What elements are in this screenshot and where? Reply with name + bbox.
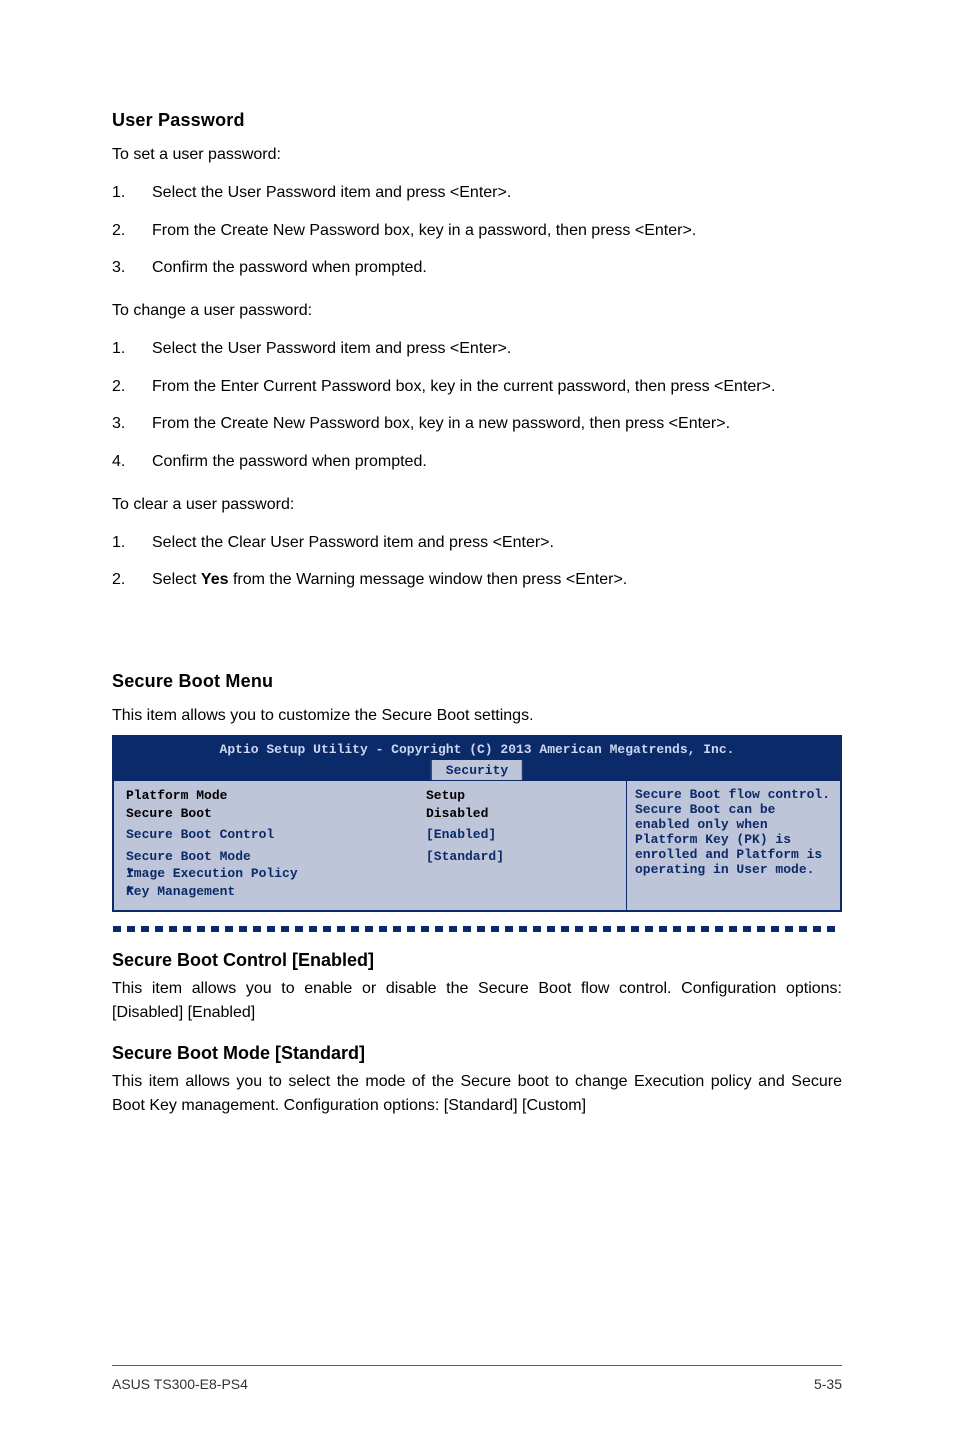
step-number: 3. — [112, 255, 152, 281]
step-number: 1. — [112, 180, 152, 206]
bios-field-secure-boot: Secure Boot Disabled — [126, 805, 618, 823]
bios-label: Key Management — [126, 883, 426, 901]
list-item: 2.Select Yes from the Warning message wi… — [112, 567, 842, 593]
text-set-user-pw: To set a user password: — [112, 143, 842, 166]
triangle-right-icon: ▶ — [128, 865, 134, 879]
text-secure-boot-menu-desc: This item allows you to customize the Se… — [112, 704, 842, 727]
list-item: 2.From the Create New Password box, key … — [112, 218, 842, 244]
step-text: From the Create New Password box, key in… — [152, 218, 842, 244]
footer-divider — [112, 1365, 842, 1366]
bios-submenu-image-exec: ▶ Image Execution Policy — [126, 865, 618, 883]
bios-submenu-key-mgmt: ▶ Key Management — [126, 883, 618, 901]
list-item: 3.Confirm the password when prompted. — [112, 255, 842, 281]
step-number: 2. — [112, 218, 152, 244]
bios-value: [Standard] — [426, 848, 566, 866]
list-item: 1.Select the User Password item and pres… — [112, 336, 842, 362]
step-text: Select the User Password item and press … — [152, 180, 842, 206]
bios-help-line: Platform Key (PK) is — [635, 832, 832, 847]
page-footer: ASUS TS300-E8-PS4 5-35 — [112, 1376, 842, 1392]
bios-field-platform-mode: Platform Mode Setup — [126, 787, 618, 805]
step-text: From the Enter Current Password box, key… — [152, 374, 842, 400]
text-secure-boot-mode-desc: This item allows you to select the mode … — [112, 1070, 842, 1118]
step-number: 2. — [112, 567, 152, 593]
step-text: Confirm the password when prompted. — [152, 449, 842, 475]
bios-value: Setup — [426, 787, 566, 805]
text-secure-boot-control-desc: This item allows you to enable or disabl… — [112, 977, 842, 1025]
bios-help-line: Secure Boot flow control. — [635, 787, 832, 802]
bios-label: Secure Boot — [126, 805, 426, 823]
step-number: 4. — [112, 449, 152, 475]
step-text: Select the Clear User Password item and … — [152, 530, 842, 556]
bios-main-panel: Platform Mode Setup Secure Boot Disabled… — [113, 780, 627, 911]
bios-header: Aptio Setup Utility - Copyright (C) 2013… — [113, 736, 841, 780]
bios-label: Secure Boot Mode — [126, 848, 426, 866]
list-clear-user-pw: 1.Select the Clear User Password item an… — [112, 530, 842, 593]
bios-body: Platform Mode Setup Secure Boot Disabled… — [113, 780, 841, 911]
bios-help-line: enabled only when — [635, 817, 832, 832]
bios-help-panel: Secure Boot flow control. Secure Boot ca… — [627, 780, 841, 911]
list-item: 3.From the Create New Password box, key … — [112, 411, 842, 437]
bios-label: Image Execution Policy — [126, 865, 426, 883]
bios-field-secure-boot-control: Secure Boot Control [Enabled] — [126, 826, 618, 844]
footer-product: ASUS TS300-E8-PS4 — [112, 1376, 248, 1392]
bios-value: [Enabled] — [426, 826, 566, 844]
step-number: 1. — [112, 336, 152, 362]
triangle-right-icon: ▶ — [128, 883, 134, 897]
list-item: 1.Select the Clear User Password item an… — [112, 530, 842, 556]
list-item: 4.Confirm the password when prompted. — [112, 449, 842, 475]
step-number: 1. — [112, 530, 152, 556]
heading-user-password: User Password — [112, 110, 842, 131]
list-item: 1.Select the User Password item and pres… — [112, 180, 842, 206]
list-set-user-pw: 1.Select the User Password item and pres… — [112, 180, 842, 281]
heading-secure-boot-menu: Secure Boot Menu — [112, 671, 842, 692]
text-clear-user-pw: To clear a user password: — [112, 493, 842, 516]
step-number: 3. — [112, 411, 152, 437]
bios-label: Secure Boot Control — [126, 826, 426, 844]
footer-page-number: 5-35 — [814, 1376, 842, 1392]
bios-help-line: operating in User mode. — [635, 862, 832, 877]
heading-secure-boot-mode: Secure Boot Mode [Standard] — [112, 1043, 842, 1064]
bios-help-line: enrolled and Platform is — [635, 847, 832, 862]
bios-tab-security: Security — [431, 759, 523, 780]
step-number: 2. — [112, 374, 152, 400]
step-text: From the Create New Password box, key in… — [152, 411, 842, 437]
step-text: Select the User Password item and press … — [152, 336, 842, 362]
step-text: Select Yes from the Warning message wind… — [152, 567, 842, 593]
bios-field-secure-boot-mode: Secure Boot Mode [Standard] — [126, 848, 618, 866]
bios-label: Platform Mode — [126, 787, 426, 805]
bios-help-line: Secure Boot can be — [635, 802, 832, 817]
page-container: User Password To set a user password: 1.… — [0, 0, 954, 1438]
heading-secure-boot-control: Secure Boot Control [Enabled] — [112, 950, 842, 971]
spacer — [112, 611, 842, 671]
text-change-user-pw: To change a user password: — [112, 299, 842, 322]
bios-screenshot: Aptio Setup Utility - Copyright (C) 2013… — [112, 735, 842, 912]
bios-title: Aptio Setup Utility - Copyright (C) 2013… — [121, 740, 833, 757]
step-text: Confirm the password when prompted. — [152, 255, 842, 281]
bios-value: Disabled — [426, 805, 566, 823]
list-change-user-pw: 1.Select the User Password item and pres… — [112, 336, 842, 474]
list-item: 2.From the Enter Current Password box, k… — [112, 374, 842, 400]
